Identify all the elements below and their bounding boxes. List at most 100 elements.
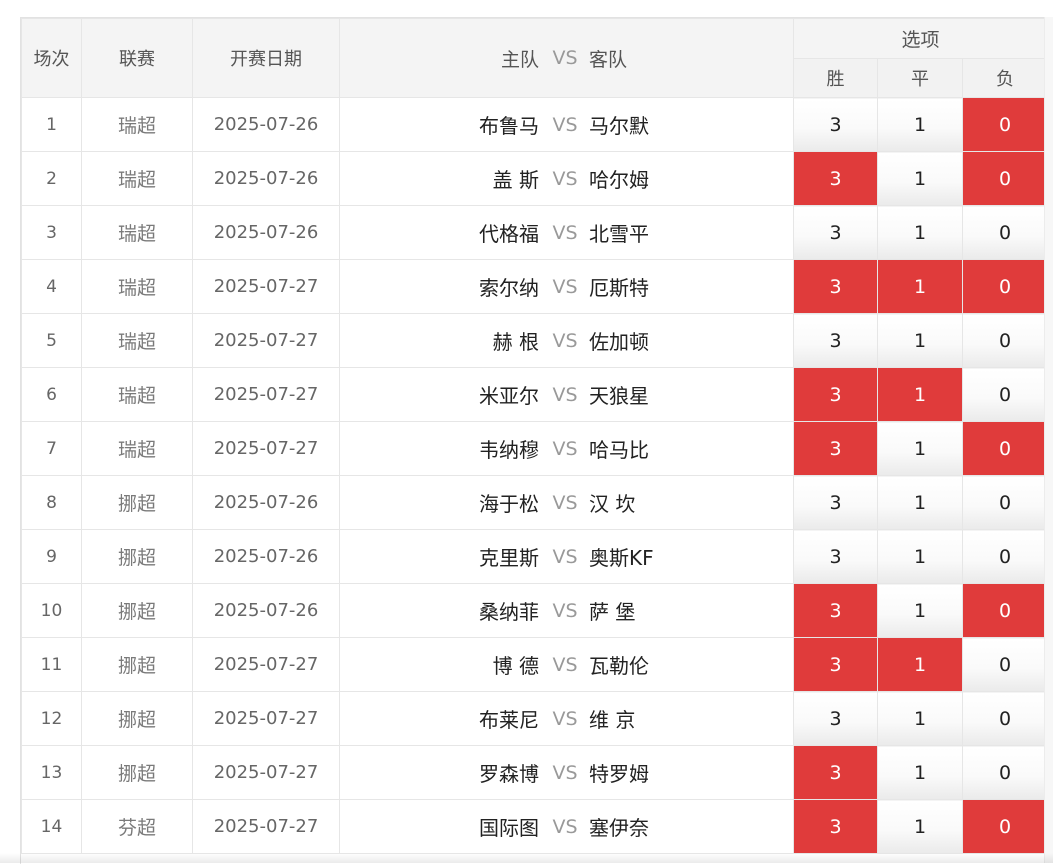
vs-label: VS: [541, 492, 589, 514]
row-index: 2: [22, 152, 82, 206]
option-win-button[interactable]: 3: [794, 98, 878, 152]
home-team: 韦纳穆: [340, 434, 541, 463]
row-index: 4: [22, 260, 82, 314]
option-lose-button[interactable]: 0: [963, 584, 1048, 638]
home-team: 国际图: [340, 812, 541, 841]
row-match: 韦纳穆 VS 哈马比: [340, 422, 794, 476]
option-lose-button[interactable]: 0: [963, 206, 1048, 260]
row-match: 盖 斯 VS 哈尔姆: [340, 152, 794, 206]
option-lose-button[interactable]: 0: [963, 746, 1048, 800]
header-away: 客队: [589, 45, 793, 72]
vs-label: VS: [541, 384, 589, 406]
option-win-button[interactable]: 3: [794, 800, 878, 854]
option-draw-button[interactable]: 1: [878, 476, 963, 530]
row-match: 赫 根 VS 佐加顿: [340, 314, 794, 368]
option-lose-button[interactable]: 0: [963, 692, 1048, 746]
option-win-button[interactable]: 3: [794, 692, 878, 746]
row-league: 瑞超: [82, 152, 193, 206]
option-win-button[interactable]: 3: [794, 314, 878, 368]
row-match: 桑纳菲 VS 萨 堡: [340, 584, 794, 638]
row-date: 2025-07-26: [193, 98, 340, 152]
option-lose-button[interactable]: 0: [963, 368, 1048, 422]
option-draw-button[interactable]: 1: [878, 530, 963, 584]
row-date: 2025-07-27: [193, 260, 340, 314]
row-league: 挪超: [82, 530, 193, 584]
option-win-button[interactable]: 3: [794, 152, 878, 206]
option-draw-button[interactable]: 1: [878, 746, 963, 800]
row-match: 米亚尔 VS 天狼星: [340, 368, 794, 422]
home-team: 博 德: [340, 650, 541, 679]
option-draw-button[interactable]: 1: [878, 422, 963, 476]
row-index: 13: [22, 746, 82, 800]
option-win-button[interactable]: 3: [794, 368, 878, 422]
row-league: 挪超: [82, 476, 193, 530]
home-team: 米亚尔: [340, 380, 541, 409]
row-match: 索尔纳 VS 厄斯特: [340, 260, 794, 314]
away-team: 塞伊奈: [589, 812, 793, 841]
option-draw-button[interactable]: 1: [878, 260, 963, 314]
match-row: 9 挪超 2025-07-26 克里斯 VS 奥斯KF 3 1 0: [22, 530, 1053, 584]
row-date: 2025-07-27: [193, 368, 340, 422]
option-win-button[interactable]: 3: [794, 206, 878, 260]
option-lose-button[interactable]: 0: [963, 422, 1048, 476]
vs-label: VS: [541, 654, 589, 676]
away-team: 特罗姆: [589, 758, 793, 787]
away-team: 瓦勒伦: [589, 650, 793, 679]
option-win-button[interactable]: 3: [794, 530, 878, 584]
option-lose-button[interactable]: 0: [963, 314, 1048, 368]
option-lose-button[interactable]: 0: [963, 476, 1048, 530]
away-team: 萨 堡: [589, 596, 793, 625]
match-row: 11 挪超 2025-07-27 博 德 VS 瓦勒伦 3 1 0: [22, 638, 1053, 692]
option-win-button[interactable]: 3: [794, 422, 878, 476]
row-date: 2025-07-27: [193, 746, 340, 800]
row-date: 2025-07-26: [193, 476, 340, 530]
option-lose-button[interactable]: 0: [963, 260, 1048, 314]
row-match: 博 德 VS 瓦勒伦: [340, 638, 794, 692]
option-draw-button[interactable]: 1: [878, 314, 963, 368]
match-row: 13 挪超 2025-07-27 罗森博 VS 特罗姆 3 1 0: [22, 746, 1053, 800]
header-options: 选项: [794, 19, 1048, 59]
option-lose-button[interactable]: 0: [963, 638, 1048, 692]
row-index: 7: [22, 422, 82, 476]
option-draw-button[interactable]: 1: [878, 584, 963, 638]
option-draw-button[interactable]: 1: [878, 800, 963, 854]
header-match: 主队 VS 客队: [340, 19, 794, 98]
row-date: 2025-07-27: [193, 638, 340, 692]
option-draw-button[interactable]: 1: [878, 152, 963, 206]
vs-label: VS: [541, 762, 589, 784]
home-team: 代格福: [340, 218, 541, 247]
row-league: 挪超: [82, 638, 193, 692]
scrollbar-track[interactable]: [1044, 17, 1053, 863]
row-date: 2025-07-26: [193, 206, 340, 260]
option-draw-button[interactable]: 1: [878, 98, 963, 152]
vs-label: VS: [541, 114, 589, 136]
match-row: 8 挪超 2025-07-26 海于松 VS 汉 坎 3 1 0: [22, 476, 1053, 530]
vs-label: VS: [541, 600, 589, 622]
option-draw-button[interactable]: 1: [878, 368, 963, 422]
option-draw-button[interactable]: 1: [878, 692, 963, 746]
row-league: 瑞超: [82, 368, 193, 422]
row-index: 6: [22, 368, 82, 422]
option-lose-button[interactable]: 0: [963, 98, 1048, 152]
home-team: 桑纳菲: [340, 596, 541, 625]
header-date: 开赛日期: [193, 19, 340, 98]
match-row: 3 瑞超 2025-07-26 代格福 VS 北雪平 3 1 0: [22, 206, 1053, 260]
option-lose-button[interactable]: 0: [963, 530, 1048, 584]
away-team: 汉 坎: [589, 488, 793, 517]
option-lose-button[interactable]: 0: [963, 800, 1048, 854]
away-team: 天狼星: [589, 380, 793, 409]
option-draw-button[interactable]: 1: [878, 206, 963, 260]
option-win-button[interactable]: 3: [794, 476, 878, 530]
header-home: 主队: [340, 45, 541, 72]
header-league: 联赛: [82, 19, 193, 98]
option-draw-button[interactable]: 1: [878, 638, 963, 692]
option-lose-button[interactable]: 0: [963, 152, 1048, 206]
option-win-button[interactable]: 3: [794, 638, 878, 692]
row-date: 2025-07-27: [193, 314, 340, 368]
option-win-button[interactable]: 3: [794, 746, 878, 800]
option-win-button[interactable]: 3: [794, 584, 878, 638]
match-row: 2 瑞超 2025-07-26 盖 斯 VS 哈尔姆 3 1 0: [22, 152, 1053, 206]
away-team: 厄斯特: [589, 272, 793, 301]
option-win-button[interactable]: 3: [794, 260, 878, 314]
row-index: 5: [22, 314, 82, 368]
